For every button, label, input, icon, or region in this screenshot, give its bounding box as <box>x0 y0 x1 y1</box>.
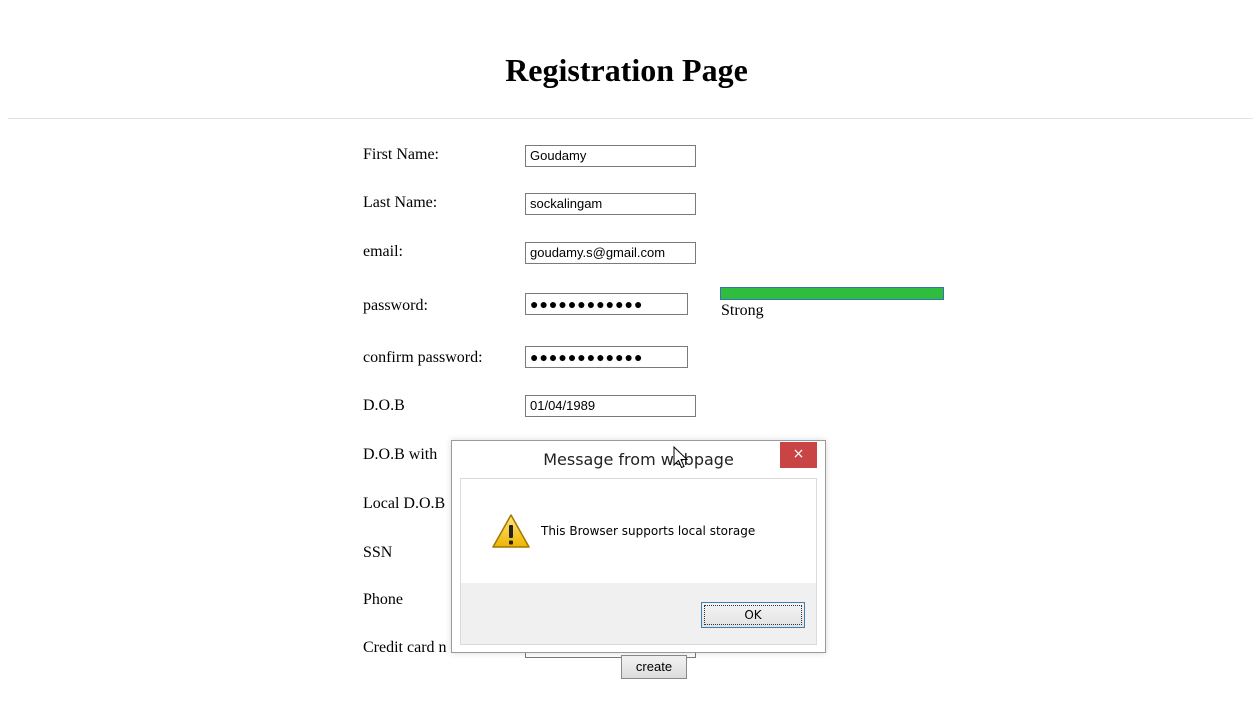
dialog-body: This Browser supports local storage OK <box>460 478 817 645</box>
close-icon[interactable]: × <box>780 442 817 468</box>
dob-with-label: D.O.B with <box>363 446 438 463</box>
header-divider <box>8 118 1253 119</box>
email-input[interactable]: goudamy.s@gmail.com <box>525 242 696 264</box>
confirm-password-label: confirm password: <box>363 349 483 366</box>
dob-input[interactable]: 01/04/1989 <box>525 395 696 417</box>
alert-dialog: Message from webpage × This Browser supp… <box>451 440 826 653</box>
password-label: password: <box>363 297 428 314</box>
page-title: Registration Page <box>505 52 748 88</box>
first-name-label: First Name: <box>363 146 439 163</box>
ok-button[interactable]: OK <box>701 602 805 628</box>
password-strength-text: Strong <box>721 302 764 319</box>
credit-card-label: Credit card n <box>363 639 447 656</box>
confirm-password-input[interactable]: ●●●●●●●●●●●● <box>525 346 688 368</box>
dialog-footer: OK <box>461 583 816 644</box>
ssn-label: SSN <box>363 544 393 561</box>
dob-label: D.O.B <box>363 397 405 414</box>
create-button[interactable]: create <box>621 655 687 679</box>
dialog-message: This Browser supports local storage <box>541 524 756 538</box>
last-name-input[interactable]: sockalingam <box>525 193 696 215</box>
first-name-input[interactable]: Goudamy <box>525 145 696 167</box>
email-label: email: <box>363 243 403 260</box>
password-strength-bar <box>720 287 944 300</box>
password-strength-fill <box>721 288 943 299</box>
local-dob-label: Local D.O.B <box>363 495 446 512</box>
last-name-label: Last Name: <box>363 194 438 211</box>
warning-icon <box>492 514 530 548</box>
phone-label: Phone <box>363 591 403 608</box>
dialog-title: Message from webpage <box>543 450 734 469</box>
password-input[interactable]: ●●●●●●●●●●●● <box>525 293 688 315</box>
mouse-cursor-icon <box>673 446 689 469</box>
dialog-content: This Browser supports local storage <box>461 479 816 583</box>
